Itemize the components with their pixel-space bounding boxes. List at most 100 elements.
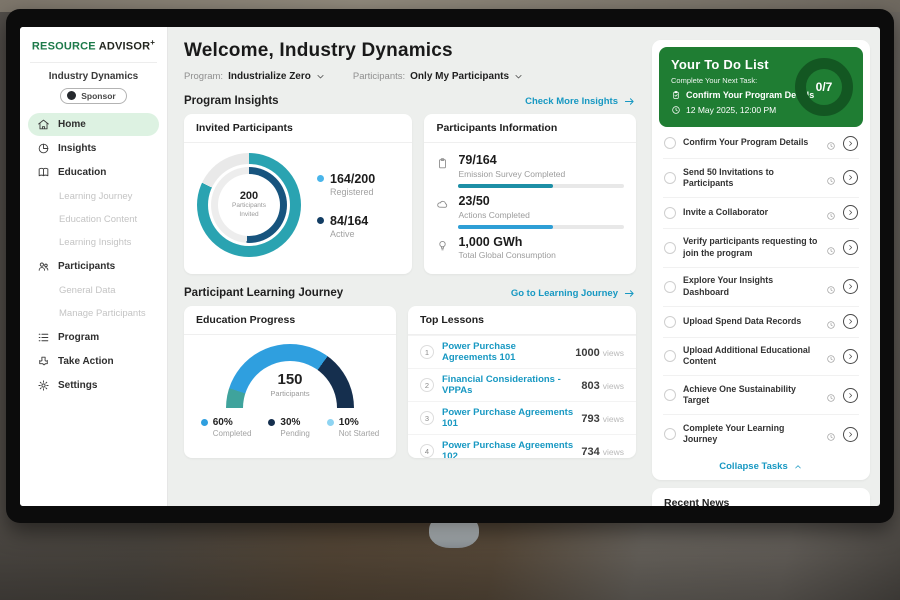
lesson-row-2[interactable]: 2 Financial Considerations - VPPAs 803vi…	[408, 368, 636, 401]
checkbox-circle[interactable]	[664, 350, 676, 362]
learning-cards-row: Education Progress 150 Participants	[184, 306, 636, 458]
lesson-row-4[interactable]: 4 Power Purchase Agreements 102 734views	[408, 434, 636, 458]
todo-item-label: Upload Spend Data Records	[683, 316, 819, 327]
legend-item-pending: 30% Pending	[268, 417, 309, 438]
clock-icon	[826, 282, 836, 292]
todo-item-4[interactable]: Verify participants requesting to join t…	[663, 229, 859, 268]
legend-label: Completed	[213, 429, 252, 438]
sidebar-item-label: Program	[58, 332, 99, 343]
card-title: Education Progress	[184, 306, 396, 335]
legend-item-not-started: 10% Not Started	[327, 417, 379, 438]
donut-chart-area: 200 Participants Invited 164/200 Registe…	[184, 143, 412, 267]
sidebar-item-settings[interactable]: Settings	[28, 374, 159, 397]
legend-dot	[201, 419, 208, 426]
lesson-row-1[interactable]: 1 Power Purchase Agreements 101 1000view…	[408, 335, 636, 368]
donut-center: 200 Participants Invited	[218, 174, 280, 236]
progress-track	[458, 225, 624, 229]
todo-item-label: Upload Additional Educational Content	[683, 345, 819, 368]
checkbox-circle[interactable]	[664, 242, 676, 254]
stat-global-consumption: 1,000 GWh Total Global Consumption	[436, 236, 624, 261]
lesson-link[interactable]: Power Purchase Agreements 102	[442, 440, 573, 458]
stat-label: Actions Completed	[458, 210, 624, 220]
lesson-link[interactable]: Power Purchase Agreements 101	[442, 407, 573, 429]
todo-item-1[interactable]: Confirm Your Program Details	[663, 128, 859, 159]
legend-value: 84/164	[330, 214, 368, 228]
recent-news-card: Recent News	[652, 488, 870, 506]
chevron-right-button[interactable]	[843, 205, 858, 220]
views-word: views	[603, 414, 624, 424]
check-more-insights-link[interactable]: Check More Insights	[525, 96, 636, 107]
chevron-right-button[interactable]	[843, 388, 858, 403]
sidebar-item-education-content[interactable]: Education Content	[28, 208, 159, 231]
progress-track	[458, 184, 624, 188]
chevron-right-button[interactable]	[843, 427, 858, 442]
logo-advisor: ADVISOR	[99, 41, 151, 53]
go-to-learning-journey-link[interactable]: Go to Learning Journey	[511, 288, 636, 299]
checkbox-circle[interactable]	[664, 281, 676, 293]
donut-legend: 164/200 Registered 84/164 Active	[317, 172, 375, 239]
puzzle-icon	[37, 355, 50, 368]
bulb-icon	[436, 239, 449, 252]
chevron-right-button[interactable]	[843, 136, 858, 151]
home-icon	[37, 118, 50, 131]
todo-item-3[interactable]: Invite a Collaborator	[663, 198, 859, 229]
chevron-right-button[interactable]	[843, 170, 858, 185]
chevron-right-button[interactable]	[843, 279, 858, 294]
todo-progress-ring: 0/7	[795, 58, 853, 116]
todo-item-2[interactable]: Send 50 Invitations to Participants	[663, 159, 859, 198]
sidebar-item-insights[interactable]: Insights	[28, 137, 159, 160]
lesson-link[interactable]: Power Purchase Agreements 101	[442, 341, 567, 363]
checkbox-circle[interactable]	[664, 172, 676, 184]
participants-dropdown[interactable]: Participants: Only My Participants	[353, 71, 523, 82]
views-value: 1000	[575, 347, 599, 359]
checkbox-circle[interactable]	[664, 428, 676, 440]
gear-icon	[37, 379, 50, 392]
lesson-link[interactable]: Financial Considerations - VPPAs	[442, 374, 573, 396]
sidebar-item-take-action[interactable]: Take Action	[28, 350, 159, 373]
stat-value: 1,000 GWh	[458, 236, 624, 250]
insights-pie-icon	[37, 142, 50, 155]
todo-item-7[interactable]: Upload Additional Educational Content	[663, 338, 859, 377]
todo-item-label: Verify participants requesting to join t…	[683, 236, 819, 259]
donut-center-value: 200	[240, 190, 258, 202]
sidebar-item-participants[interactable]: Participants	[28, 255, 159, 278]
views-word: views	[603, 381, 624, 391]
checkbox-circle[interactable]	[664, 137, 676, 149]
education-progress-card: Education Progress 150 Participants	[184, 306, 396, 458]
sidebar-item-learning-journey[interactable]: Learning Journey	[28, 185, 159, 208]
sidebar-item-manage-participants[interactable]: Manage Participants	[28, 302, 159, 325]
rank-badge: 2	[420, 378, 434, 392]
sidebar-item-learning-insights[interactable]: Learning Insights	[28, 231, 159, 254]
checkbox-circle[interactable]	[664, 389, 676, 401]
chevron-right-button[interactable]	[843, 240, 858, 255]
checkbox-circle[interactable]	[664, 316, 676, 328]
logo-plus: +	[150, 38, 155, 47]
program-dropdown[interactable]: Program: Industrialize Zero	[184, 71, 325, 82]
chevron-right-button[interactable]	[843, 314, 858, 329]
chevron-right-button[interactable]	[843, 349, 858, 364]
todo-header: Your To Do List Complete Your Next Task:…	[659, 47, 863, 127]
checkbox-circle[interactable]	[664, 207, 676, 219]
todo-item-6[interactable]: Upload Spend Data Records	[663, 307, 859, 338]
invited-donut-chart: 200 Participants Invited	[197, 153, 301, 257]
collapse-tasks-link[interactable]: Collapse Tasks	[659, 453, 863, 478]
sidebar-item-program[interactable]: Program	[28, 326, 159, 349]
recent-news-title: Recent News	[664, 497, 858, 506]
lesson-row-3[interactable]: 3 Power Purchase Agreements 101 793views	[408, 401, 636, 434]
legend-value: 164/200	[330, 172, 375, 186]
clock-icon	[671, 105, 681, 115]
sponsor-icon	[67, 91, 76, 100]
collapse-label: Collapse Tasks	[719, 461, 787, 472]
sidebar-item-label: Take Action	[58, 356, 114, 367]
sidebar-item-home[interactable]: Home	[28, 113, 159, 136]
todo-item-8[interactable]: Achieve One Sustainability Target	[663, 376, 859, 415]
gauge-center: 150 Participants	[226, 371, 354, 398]
people-icon	[37, 260, 50, 273]
legend-dot	[327, 419, 334, 426]
todo-item-9[interactable]: Complete Your Learning Journey	[663, 415, 859, 453]
todo-item-5[interactable]: Explore Your Insights Dashboard	[663, 268, 859, 307]
sidebar-item-education[interactable]: Education	[28, 161, 159, 184]
sidebar-item-general-data[interactable]: General Data	[28, 279, 159, 302]
arrow-right-icon	[623, 288, 636, 299]
todo-datetime-label: 12 May 2025, 12:00 PM	[686, 105, 776, 115]
